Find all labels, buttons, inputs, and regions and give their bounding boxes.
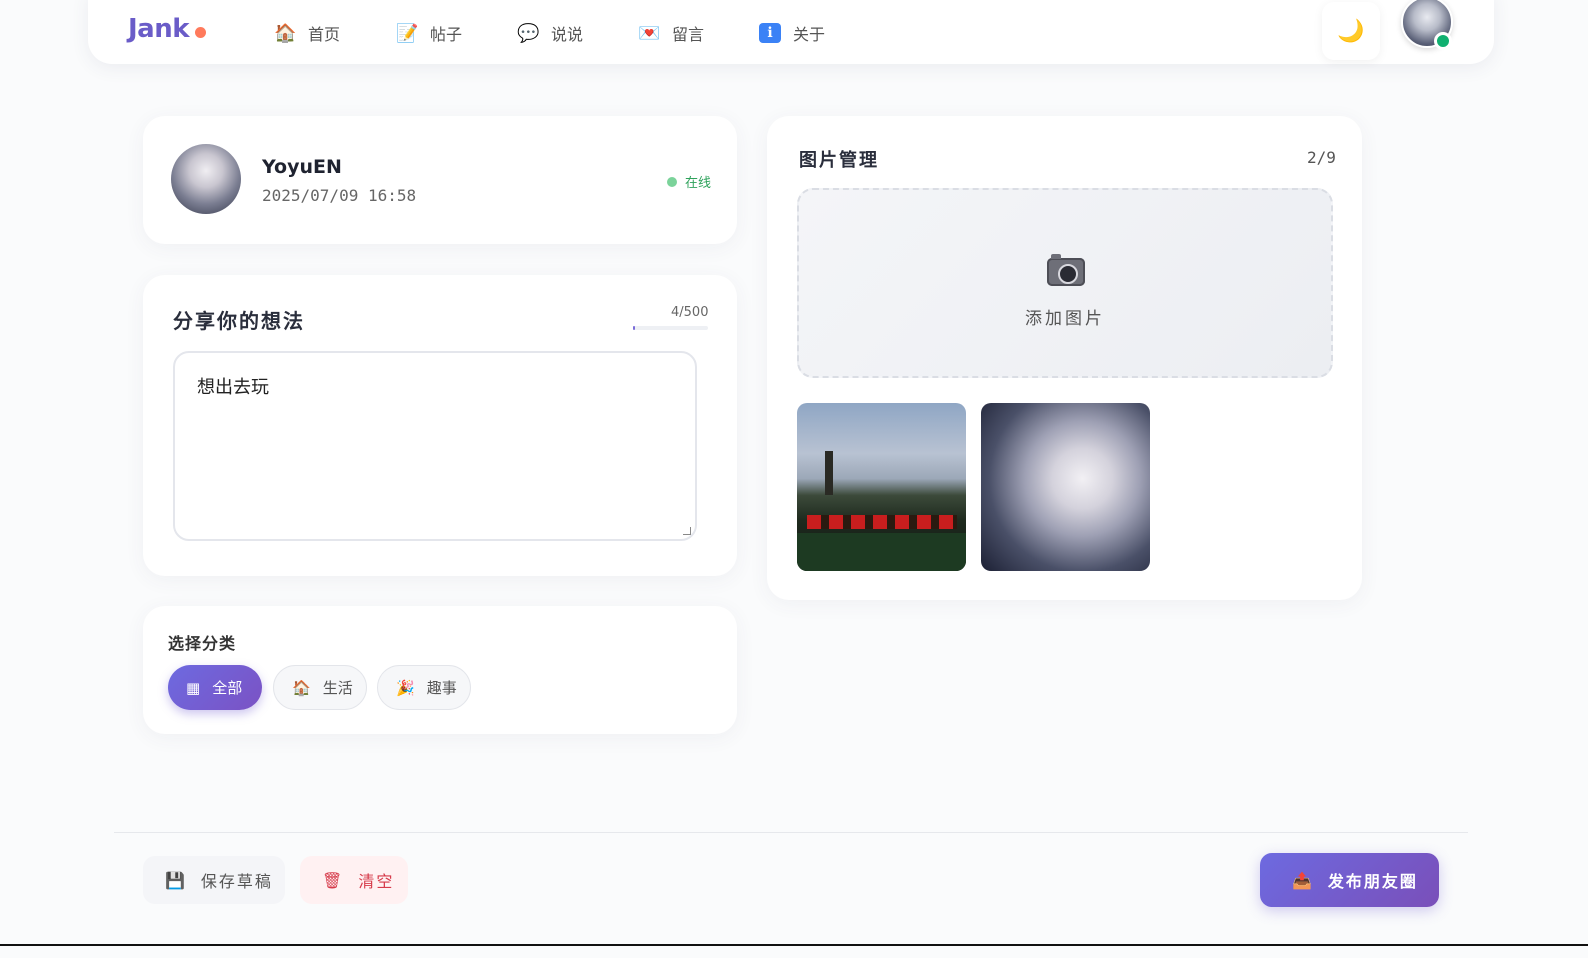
chip-label: 全部	[212, 679, 243, 697]
image-thumbnail[interactable]	[797, 403, 966, 571]
char-count: 4/500	[671, 305, 709, 320]
publish-label: 发布朋友圈	[1327, 872, 1418, 891]
house-icon: 🏠	[292, 678, 311, 697]
publish-button[interactable]: 📤 发布朋友圈	[1260, 853, 1439, 907]
house-icon: 🏠	[274, 22, 297, 44]
category-chip-life[interactable]: 🏠 生活	[273, 665, 367, 710]
status-label: 在线	[685, 176, 712, 191]
moon-icon: 🌙	[1337, 18, 1365, 44]
nav-item-moments[interactable]: 💬 说说	[517, 18, 583, 48]
category-title: 选择分类	[168, 634, 237, 653]
image-count: 2/9	[1307, 148, 1336, 167]
chip-label: 生活	[322, 679, 353, 697]
resize-handle[interactable]	[683, 527, 691, 535]
top-nav: Jank 🏠 首页 📝 帖子 💬 说说 💌 留言 ℹ 关于 🌙	[88, 0, 1494, 64]
grid-icon: ▦	[186, 678, 201, 697]
thought-title: 分享你的想法	[173, 309, 305, 333]
char-progress-fill	[633, 326, 635, 330]
save-draft-label: 保存草稿	[200, 872, 273, 891]
love-letter-icon: 💌	[638, 22, 661, 44]
logo-dot	[195, 27, 206, 38]
thumbnail-scene	[797, 533, 966, 571]
window-bottom-border	[0, 944, 1588, 946]
nav-item-label: 留言	[672, 25, 705, 44]
image-manager-title: 图片管理	[799, 150, 879, 171]
category-chip-all[interactable]: ▦ 全部	[168, 665, 262, 710]
char-progress-bar	[633, 326, 708, 330]
trash-icon: 🗑	[322, 870, 345, 890]
category-card: 选择分类 ▦ 全部 🏠 生活 🎉 趣事	[143, 606, 737, 734]
nav-item-label: 帖子	[430, 25, 463, 44]
clear-label: 清空	[358, 872, 395, 891]
thought-card: 分享你的想法 4/500 想出去玩	[143, 275, 737, 576]
outbox-icon: 📤	[1292, 870, 1314, 890]
user-timestamp: 2025/07/09 16:58	[262, 186, 417, 205]
clear-button[interactable]: 🗑 清空	[300, 856, 408, 904]
theme-toggle-button[interactable]: 🌙	[1322, 2, 1380, 60]
category-chip-fun[interactable]: 🎉 趣事	[377, 665, 471, 710]
username: YoyuEN	[262, 156, 342, 178]
floppy-disk-icon: 💾	[165, 870, 187, 890]
camera-icon	[1047, 254, 1085, 286]
status-badge: 在线	[667, 172, 711, 191]
nav-item-messages[interactable]: 💌 留言	[638, 18, 704, 48]
logo[interactable]: Jank	[128, 14, 190, 44]
nav-item-about[interactable]: ℹ 关于	[759, 18, 825, 48]
nav-item-posts[interactable]: 📝 帖子	[396, 18, 462, 48]
add-image-label: 添加图片	[1025, 309, 1105, 329]
party-popper-icon: 🎉	[396, 678, 415, 697]
save-draft-button[interactable]: 💾 保存草稿	[143, 856, 285, 904]
nav-item-label: 首页	[308, 25, 341, 44]
add-image-dropzone[interactable]: 添加图片	[797, 188, 1333, 378]
avatar	[171, 144, 241, 214]
speech-bubble-icon: 💬	[517, 22, 540, 44]
status-dot	[667, 176, 677, 187]
info-icon: ℹ	[759, 23, 781, 43]
divider	[114, 832, 1468, 833]
thumbnail-scene	[825, 451, 833, 495]
chip-label: 趣事	[426, 679, 457, 697]
nav-item-label: 关于	[793, 25, 826, 44]
thumbnail-scene	[807, 515, 957, 529]
pencil-icon: 📝	[396, 22, 419, 44]
thought-text: 想出去玩	[197, 377, 269, 398]
nav-item-home[interactable]: 🏠 首页	[274, 18, 340, 48]
image-manager-card: 图片管理 2/9 添加图片	[767, 116, 1362, 600]
user-card: YoyuEN 2025/07/09 16:58 在线	[143, 116, 737, 244]
nav-item-label: 说说	[551, 25, 584, 44]
online-status-dot	[1434, 32, 1452, 50]
image-thumbnail[interactable]	[981, 403, 1150, 571]
thought-textarea[interactable]: 想出去玩	[173, 351, 697, 541]
